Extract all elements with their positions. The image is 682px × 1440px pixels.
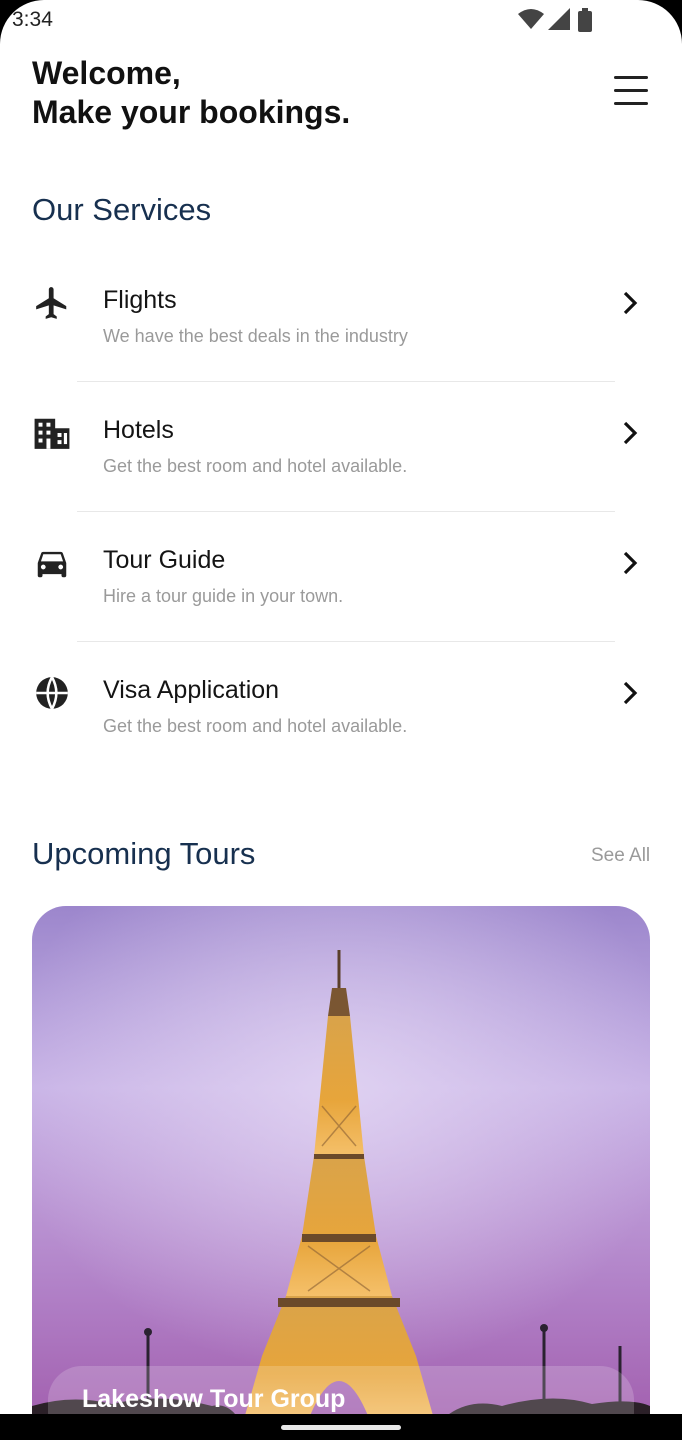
service-item-hotels[interactable]: Hotels Get the best room and hotel avail… — [0, 414, 682, 544]
wifi-icon — [518, 9, 544, 29]
status-time: 3:34 — [12, 8, 53, 31]
service-description: Hire a tour guide in your town. — [103, 586, 344, 606]
service-description: We have the best deals in the industry — [103, 326, 408, 346]
divider — [77, 381, 615, 382]
service-name: Visa Application — [103, 676, 280, 704]
service-item-flights[interactable]: Flights We have the best deals in the in… — [0, 284, 682, 414]
hotel-building-icon — [34, 418, 70, 449]
greeting-line-2: Make your bookings. — [32, 94, 351, 130]
service-name: Tour Guide — [103, 546, 226, 574]
service-name: Hotels — [103, 416, 174, 444]
airplane-icon — [36, 287, 67, 319]
chevron-right-icon — [623, 551, 638, 575]
tour-label-overlay: Lakeshow Tour Group — [48, 1366, 634, 1414]
eiffel-tower-image — [32, 906, 650, 1414]
app-screen: 3:34 Welcome, Make your bookings. Our Se… — [0, 0, 682, 1414]
tour-card[interactable]: Lakeshow Tour Group — [32, 906, 650, 1414]
service-description: Get the best room and hotel available. — [103, 456, 408, 476]
greeting-line-1: Welcome, — [32, 55, 181, 91]
chevron-right-icon — [623, 421, 638, 445]
services-title: Our Services — [32, 192, 212, 227]
divider — [77, 641, 615, 642]
hamburger-menu-icon[interactable] — [614, 76, 648, 106]
chevron-right-icon — [623, 291, 638, 315]
service-item-tour-guide[interactable]: Tour Guide Hire a tour guide in your tow… — [0, 544, 682, 674]
divider — [77, 511, 615, 512]
tour-name: Lakeshow Tour Group — [82, 1385, 346, 1413]
see-all-link[interactable]: See All — [591, 845, 650, 867]
car-icon — [37, 551, 67, 578]
chevron-right-icon — [623, 681, 638, 705]
globe-icon — [36, 676, 68, 710]
welcome-heading: Welcome, Make your bookings. — [32, 54, 350, 132]
service-name: Flights — [103, 286, 177, 314]
home-indicator[interactable] — [281, 1425, 401, 1430]
service-description: Get the best room and hotel available. — [103, 716, 408, 736]
signal-icon — [548, 8, 570, 30]
battery-icon — [578, 8, 592, 32]
status-bar: 3:34 — [0, 0, 682, 40]
upcoming-tours-title: Upcoming Tours — [32, 836, 256, 871]
service-item-visa-application[interactable]: Visa Application Get the best room and h… — [0, 674, 682, 804]
